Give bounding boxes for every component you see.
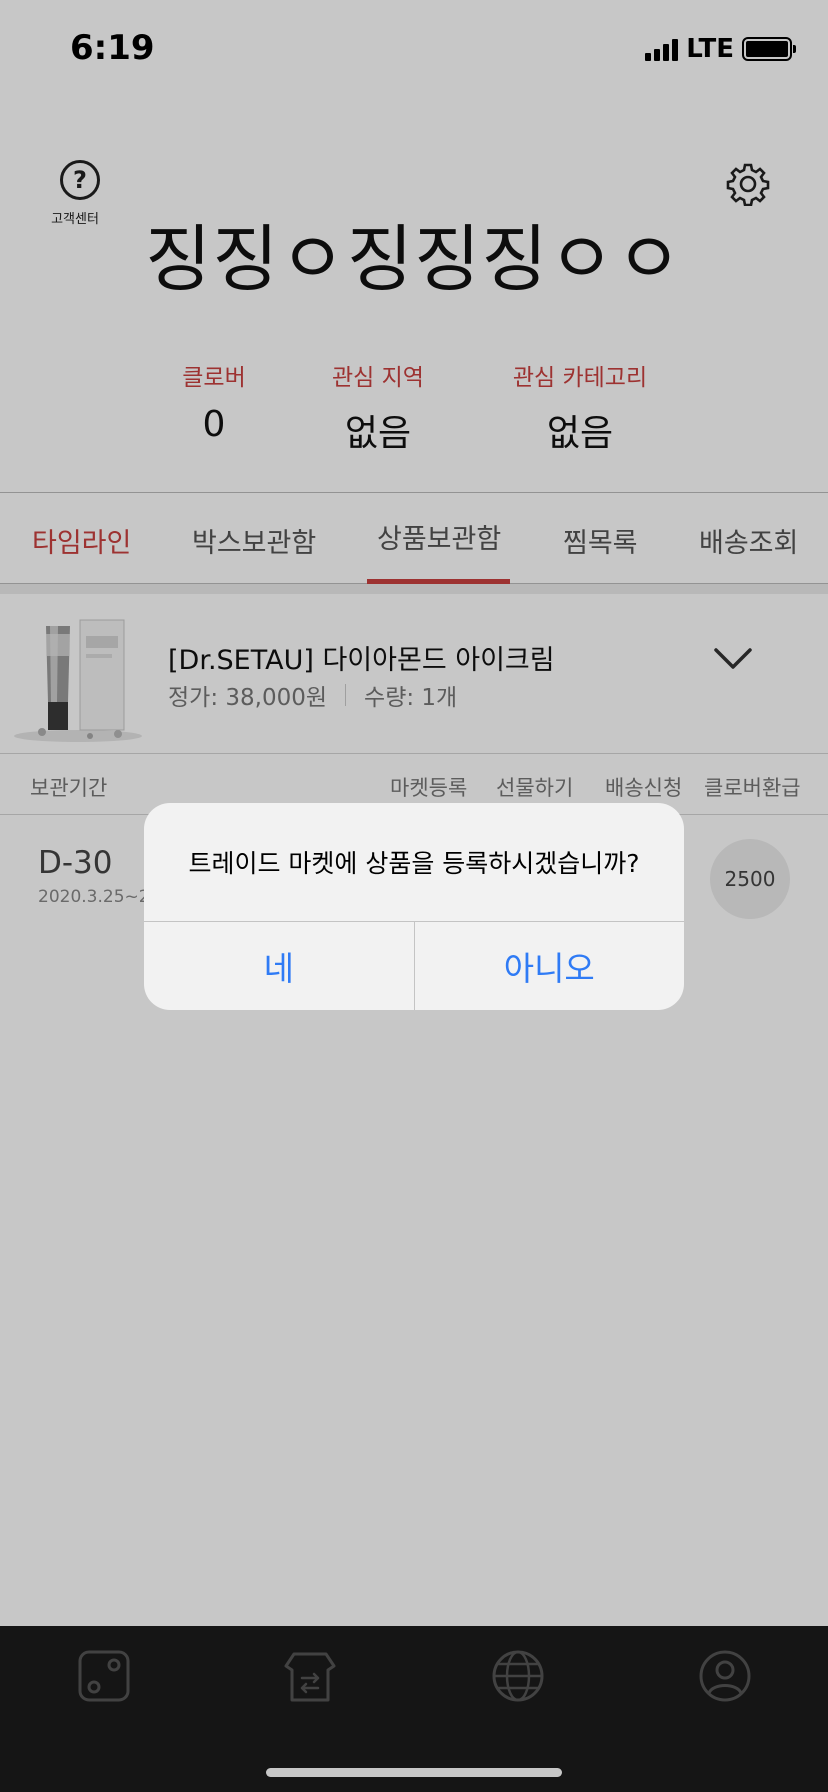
dialog-message: 트레이드 마켓에 상품을 등록하시겠습니까? bbox=[188, 849, 640, 878]
confirm-dialog: 트레이드 마켓에 상품을 등록하시겠습니까? 네 아니오 bbox=[144, 803, 684, 1010]
confirm-yes-button[interactable]: 네 bbox=[144, 922, 415, 1010]
dialog-buttons: 네 아니오 bbox=[144, 921, 684, 1010]
confirm-no-button[interactable]: 아니오 bbox=[415, 922, 685, 1010]
